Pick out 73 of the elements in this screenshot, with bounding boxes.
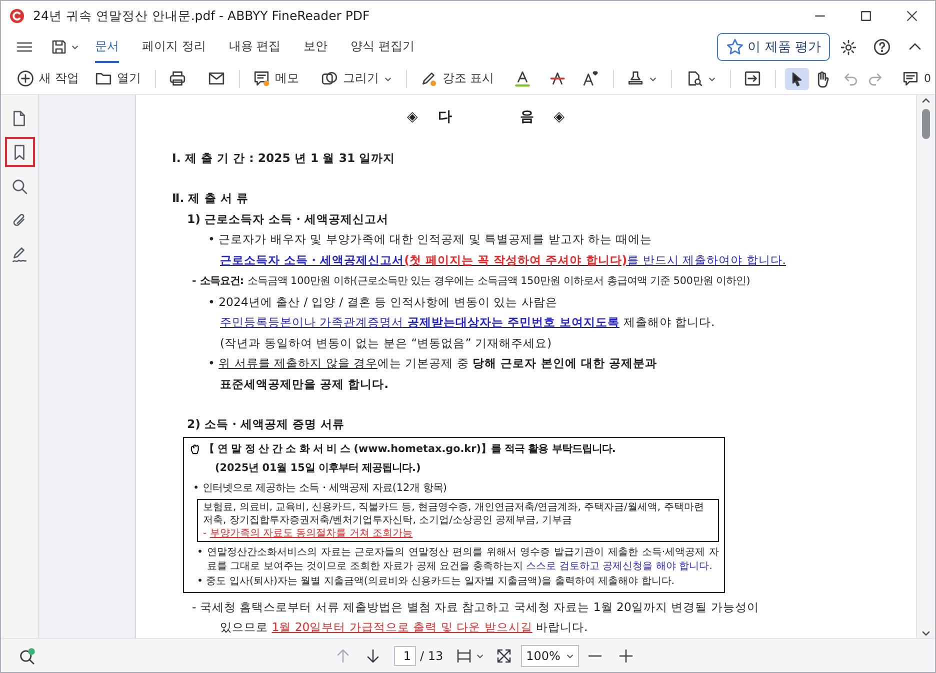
box-subtitle: (2025년 01월 15일 이후부터 제공됩니다.): [214, 461, 422, 476]
body-text: (작년과 동일하여 변동이 없는 분은 “변동없음” 기재해주세요): [219, 334, 553, 352]
save-icon: [51, 39, 67, 55]
window-title: 24년 귀속 연말정산 안내문.pdf - ABBYY FineReader PDF: [33, 8, 371, 24]
subsection-heading: 2) 소득・세액공제 증명 서류: [186, 416, 346, 433]
star-icon: [726, 38, 744, 56]
bullet-item: • 중도 입사(퇴사)자는 월별 지출금액(의료비와 신용카드는 일자별 지출금액)을 출력하여 제출해야 합니다.: [196, 575, 676, 589]
vertical-scrollbar[interactable]: [916, 95, 935, 638]
arrow-up-icon: [335, 648, 351, 664]
draw-button[interactable]: 그리기: [317, 67, 396, 90]
text-underline-icon: [514, 70, 532, 87]
select-tool-button[interactable]: [784, 68, 809, 90]
search-icon: [11, 178, 28, 194]
page-total: / 13: [420, 648, 444, 662]
box-title: 【 연 말 정 산 간 소 화 서 비 스 (www.hometax.go.kr)】를 적극 활용 부탁드립니다.: [204, 442, 616, 456]
shapes-icon: [321, 70, 338, 87]
text-heart-icon: [582, 70, 600, 87]
printer-icon: [169, 70, 186, 87]
menu-tab[interactable]: 문서: [95, 32, 119, 62]
subsection-heading: 1) 근로소득자 소득・세액공제신고서: [186, 210, 390, 228]
menu-tab[interactable]: 보안: [304, 32, 328, 62]
comments-button[interactable]: 0: [898, 67, 935, 90]
plus-circle-icon: [17, 70, 34, 87]
note-line: - 국세청 홈택스로부터 서류 제출방법은 별첨 자료 참고하고 국세청 자료는 1월 20일까지 변경될 가능성이: [191, 598, 760, 616]
envelope-icon: [208, 70, 225, 87]
item-list-box: 보험료, 의료비, 교육비, 신용카드, 직불카드 등, 현금영수증, 개인연금저축/연금계좌, 주택자금/월세액, 주택마련저축, 장기집합투자증권저축/벤처기업투자신탁, 소기업/소상공인 공제부금, 기부금 - 부양가족의 자료도 동의절차를 거쳐 조회가능: [197, 499, 719, 542]
settings-icon: [840, 38, 857, 56]
menu-tab[interactable]: 내용 편집: [228, 32, 281, 62]
bullet-item: • 근로자가 배우자 및 부양가족에 대한 인적공제 및 특별공제를 받고자 하는 때에는: [207, 231, 653, 248]
page-fit-icon: [456, 648, 472, 664]
stamp-icon: [627, 70, 644, 87]
bullet-item: • 2024년에 출산 / 입양 / 결혼 등 인적사항에 변동이 있는 사람은: [207, 294, 558, 310]
bullet-item: • 연말정산간소화서비스의 자료는 근로자들의 연말정산 편의를 위해서 영수증 발급기관이 제출한 소득·세액공제 자료를 그대로 보여주는 것이므로 조회한 자료가 공제 요건을 충족하는지 스스로 검토하고 공제신청을 해야 합니다.: [196, 546, 719, 574]
memo-icon: [253, 70, 270, 87]
zoom-dropdown[interactable]: 100%: [521, 644, 580, 666]
open-button[interactable]: 열기: [90, 67, 145, 90]
expand-icon: [496, 648, 512, 664]
comment-icon: [902, 70, 919, 87]
page-number-field[interactable]: 1: [394, 646, 416, 666]
body-text: 근로소득자 소득・세액공제신고서(첫 페이지는 꼭 작성하여 주셔야 합니다)를 반드시 제출하여야 합니다.: [219, 252, 787, 268]
folder-icon: [94, 70, 112, 87]
plus-icon: [618, 648, 634, 664]
new-task-button[interactable]: 새 작업: [13, 67, 83, 90]
body-text: 주민등록등본이나 가족관계증명서 공제받는대상자는 주민번호 보여지도록 제출해야 합니다.: [219, 314, 716, 331]
page-icon: [11, 110, 28, 126]
document-heading: ◈ 다 음 ◈: [406, 108, 566, 127]
maximize-icon: [859, 9, 873, 23]
section-heading: Ⅰ. 제 출 기 간 : 2025 년 1 월 31 일까지: [172, 150, 396, 166]
rate-product-button[interactable]: 이 제품 평가: [716, 33, 830, 61]
document-search-icon: [686, 70, 703, 87]
scrollbar-thumb[interactable]: [922, 109, 930, 139]
app-logo-icon: [9, 8, 25, 24]
pen-signature-icon: [11, 246, 28, 262]
marker-icon: [420, 70, 438, 87]
minus-icon: [588, 654, 602, 656]
document-export-icon: [744, 70, 761, 87]
pointing-hand-icon: [189, 442, 202, 456]
bullet-item: • 위 서류를 제출하지 않을 경우에는 기본공제 중 당해 근로자 본인에 대한 공제분과: [207, 355, 658, 372]
arrow-down-icon: [365, 648, 381, 664]
menu-tab[interactable]: 페이지 정리: [142, 32, 206, 62]
highlight-button[interactable]: 강조 표시: [416, 67, 498, 90]
help-icon: [873, 38, 891, 56]
memo-button[interactable]: 메모: [249, 67, 304, 90]
section-heading: Ⅱ. 제 출 서 류: [172, 190, 250, 207]
body-text: 표준세액공제만을 공제 합니다.: [219, 376, 390, 392]
bullet-item: • 인터넷으로 제공하는 소득・세액공제 자료(12개 항목): [192, 480, 448, 496]
text-strikethrough-icon: [549, 70, 566, 87]
menu-tab[interactable]: 양식 편집기: [350, 32, 414, 62]
help-button[interactable]: [871, 36, 893, 58]
bookmarks-panel-button[interactable]: [4, 137, 34, 167]
close-icon: [905, 9, 919, 23]
search-check-icon: [18, 646, 36, 664]
note-line: - 소득요건: 소득금액 100만원 이하(근로소득만 있는 경우에는 소득금액 150만원 이하로서 총급여액 기준 500만원 이하인): [191, 274, 752, 289]
